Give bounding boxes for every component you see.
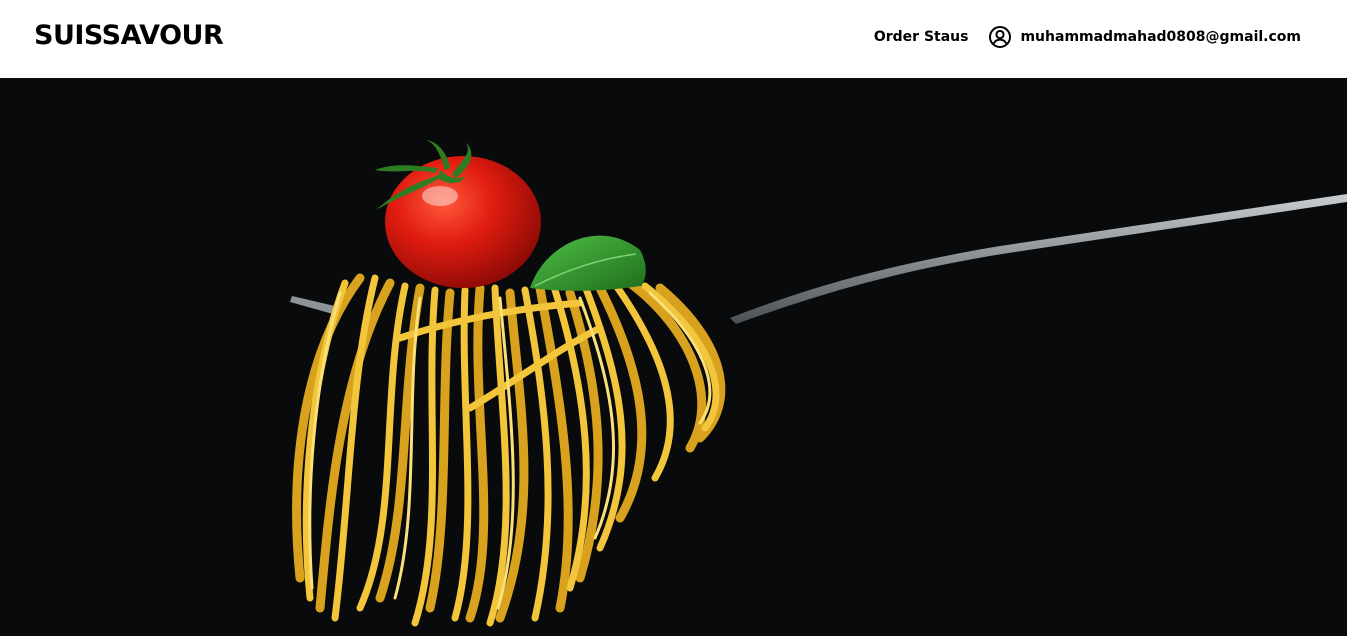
spaghetti bbox=[292, 273, 726, 627]
cherry-tomato bbox=[385, 156, 541, 288]
brand-logo[interactable]: SUISSAVOUR bbox=[34, 20, 224, 51]
hero-banner-image bbox=[0, 78, 1347, 636]
order-status-link[interactable]: Order Staus bbox=[874, 29, 969, 45]
user-circle-icon bbox=[988, 25, 1012, 49]
user-email: muhammadmahad0808@gmail.com bbox=[1020, 29, 1301, 45]
top-navbar: SUISSAVOUR Order Staus muhammadmahad0808… bbox=[0, 0, 1347, 78]
nav-links: Order Staus muhammadmahad0808@gmail.com bbox=[874, 24, 1301, 50]
fork-tine bbox=[290, 296, 335, 314]
spaghetti-fork-illustration bbox=[290, 140, 1347, 627]
user-account-menu[interactable]: muhammadmahad0808@gmail.com bbox=[988, 25, 1301, 49]
basil-leaf bbox=[530, 235, 646, 291]
fork-handle bbox=[730, 194, 1347, 324]
